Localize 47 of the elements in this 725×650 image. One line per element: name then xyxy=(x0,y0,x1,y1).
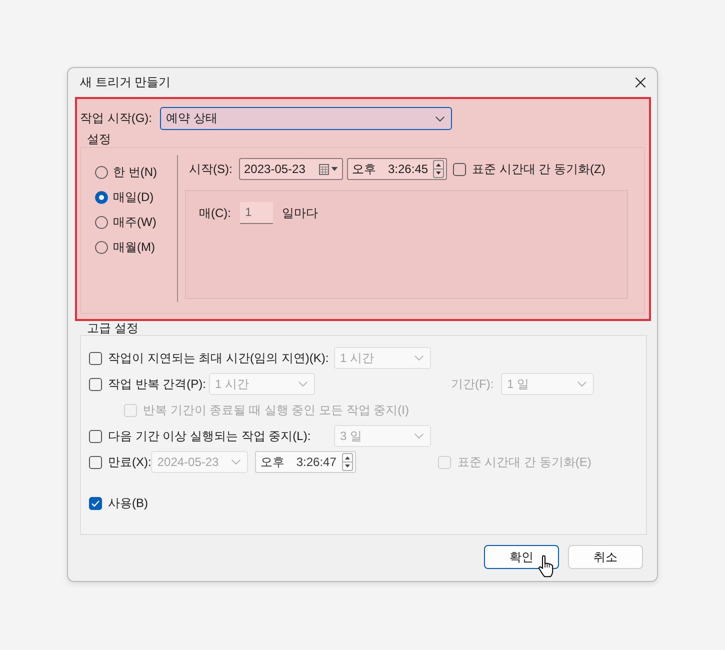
field-label: 작업 시작(G): xyxy=(80,110,153,127)
radio-label[interactable]: 한 번(N) xyxy=(113,164,157,181)
radio-label[interactable]: 매일(D) xyxy=(113,189,154,206)
close-icon[interactable] xyxy=(635,77,646,88)
dropdown[interactable]: 예약 상태 xyxy=(160,107,452,130)
calendar-icon xyxy=(319,164,329,174)
cancel-button[interactable]: 취소 xyxy=(568,545,643,569)
window-title: 새 트리거 만들기 xyxy=(80,74,171,91)
confirm-button[interactable]: 확인 xyxy=(484,545,559,569)
checkbox[interactable] xyxy=(89,352,102,364)
checkbox-label[interactable]: 작업이 지연되는 최대 시간(임의 지연)(K): xyxy=(108,350,334,366)
unit-label: 일마다 xyxy=(282,204,318,222)
time-field[interactable]: 오후 3:26:45 xyxy=(347,158,447,180)
spinner-icon[interactable] xyxy=(433,160,444,178)
field-label: 기간(F): xyxy=(451,376,495,392)
radio-button[interactable] xyxy=(95,216,108,229)
checkbox[interactable] xyxy=(89,378,102,390)
checkbox-label[interactable]: 작업 반복 간격(P): xyxy=(108,376,209,392)
radio-label[interactable]: 매주(W) xyxy=(113,214,156,231)
radio-button[interactable] xyxy=(95,166,108,179)
hand-cursor-icon xyxy=(538,555,554,578)
chevron-down-icon xyxy=(414,355,424,361)
chevron-down-icon xyxy=(298,381,308,387)
checkbox[interactable] xyxy=(89,430,102,442)
chevron-down-icon xyxy=(414,433,424,439)
checkbox[interactable] xyxy=(453,162,466,176)
checkbox[interactable] xyxy=(89,456,102,468)
radio-button[interactable] xyxy=(95,241,108,254)
group-title: 고급 설정 xyxy=(86,321,140,335)
chevron-down-icon xyxy=(435,116,445,122)
field-label: 시작(S): xyxy=(189,160,234,178)
caret-icon xyxy=(331,167,338,171)
number-input[interactable]: 1 xyxy=(240,202,273,224)
spinner-icon[interactable] xyxy=(342,453,354,471)
checkbox-label[interactable]: 사용(B) xyxy=(108,494,148,512)
date-picker[interactable]: 2023-05-23 xyxy=(239,158,343,180)
chevron-down-icon xyxy=(231,459,242,465)
checkbox-label[interactable]: 다음 기간 이상 실행되는 작업 중지(L): xyxy=(108,428,334,444)
group-title: 설정 xyxy=(86,131,112,147)
time-field[interactable]: 오후 3:26:47 xyxy=(255,451,356,473)
checkbox[interactable] xyxy=(89,496,102,510)
checkbox-label[interactable]: 표준 시간대 간 동기화(Z) xyxy=(472,160,606,178)
chevron-down-icon xyxy=(577,381,587,387)
field-label: 매(C): xyxy=(199,204,232,222)
radio-button[interactable] xyxy=(95,191,108,204)
radio-label[interactable]: 매월(M) xyxy=(113,239,155,256)
checkbox-label[interactable]: 만료(X): xyxy=(108,454,152,470)
